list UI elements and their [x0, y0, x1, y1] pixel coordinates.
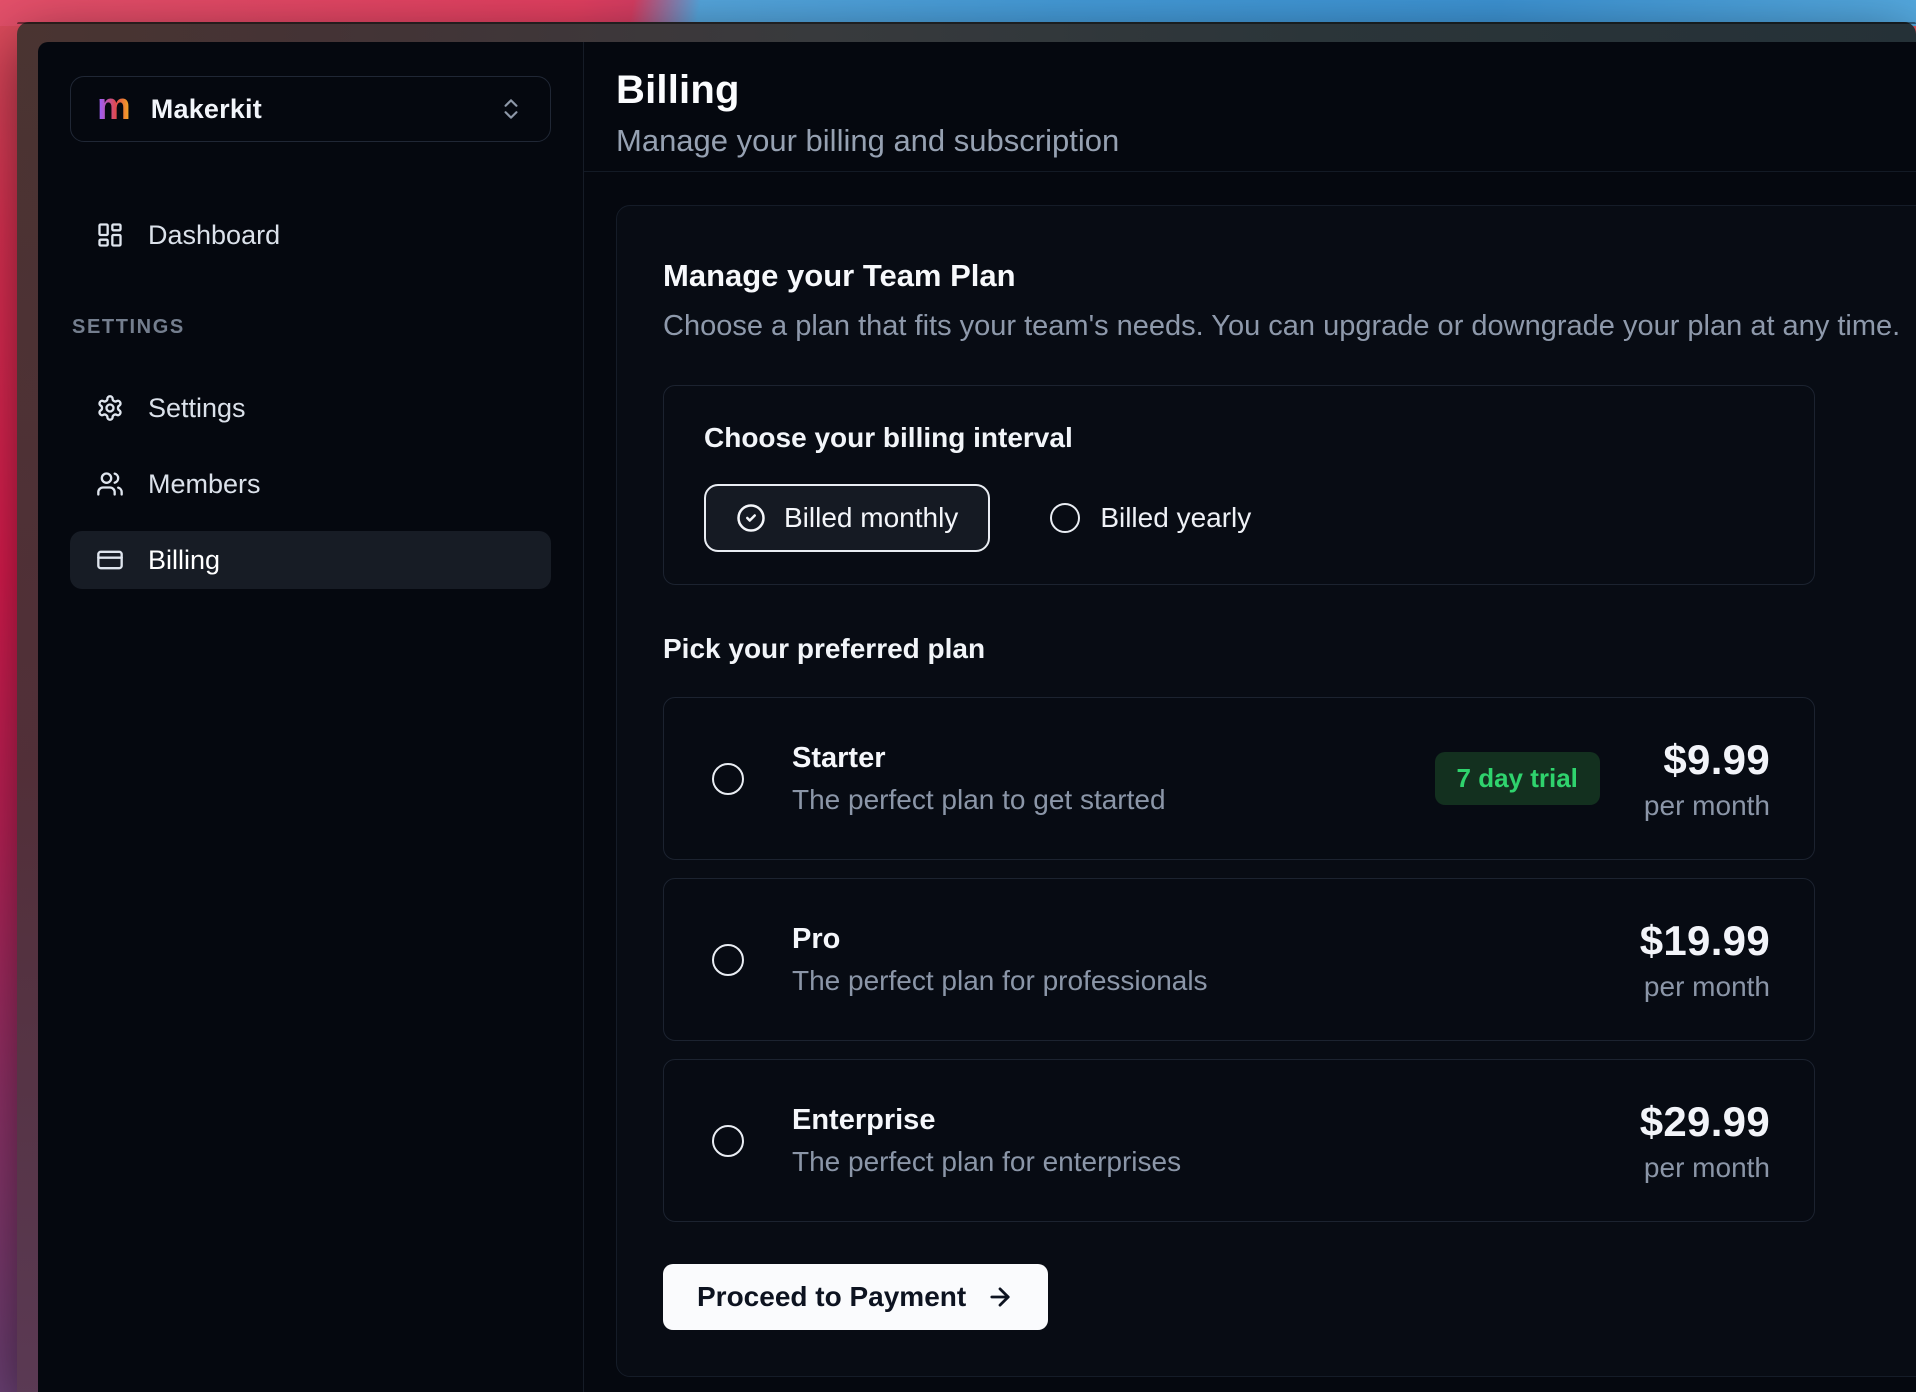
plan-period: per month: [1644, 971, 1770, 1003]
sidebar-item-dashboard[interactable]: Dashboard: [70, 206, 551, 264]
sidebar-section-settings: SETTINGS: [72, 316, 551, 339]
plan-name: Starter: [792, 742, 1166, 775]
plan-list: Starter The perfect plan to get started …: [663, 697, 1916, 1222]
users-icon: [96, 470, 124, 498]
team-selector[interactable]: m Makerkit: [70, 76, 551, 142]
check-circle-icon: [736, 503, 766, 533]
plan-description: The perfect plan for professionals: [792, 965, 1208, 997]
radio-circle-icon[interactable]: [712, 944, 744, 976]
arrow-right-icon: [986, 1283, 1014, 1311]
radio-circle-icon[interactable]: [712, 1125, 744, 1157]
plan-pricing: $29.99 per month: [1640, 1098, 1770, 1184]
page-subtitle: Manage your billing and subscription: [616, 123, 1916, 159]
price-block: $9.99 per month: [1644, 736, 1770, 822]
app-window: m Makerkit Dashboard: [17, 22, 1916, 1392]
sidebar: m Makerkit Dashboard: [38, 42, 584, 1392]
main-content: Billing Manage your billing and subscrip…: [584, 42, 1916, 1392]
billed-yearly-option[interactable]: Billed yearly: [1050, 502, 1251, 534]
pick-plan-label: Pick your preferred plan: [663, 633, 1916, 665]
proceed-to-payment-label: Proceed to Payment: [697, 1281, 966, 1313]
team-plan-card: Manage your Team Plan Choose a plan that…: [616, 205, 1916, 1377]
plan-name: Pro: [792, 923, 1208, 956]
plan-pricing: $19.99 per month: [1640, 917, 1770, 1003]
billing-interval-label: Choose your billing interval: [704, 422, 1774, 454]
plan-info: Enterprise The perfect plan for enterpri…: [792, 1104, 1181, 1178]
page-header: Billing Manage your billing and subscrip…: [584, 42, 1916, 172]
billed-monthly-option[interactable]: Billed monthly: [704, 484, 990, 552]
dashboard-grid-icon: [96, 221, 124, 249]
card-title: Manage your Team Plan: [663, 258, 1916, 294]
billing-interval-options: Billed monthly Billed yearly: [704, 484, 1774, 552]
billed-monthly-label: Billed monthly: [784, 502, 958, 534]
sidebar-nav: Dashboard SETTINGS Settings: [70, 206, 551, 589]
sidebar-item-billing[interactable]: Billing: [70, 531, 551, 589]
plan-pricing: 7 day trial $9.99 per month: [1435, 736, 1770, 822]
sidebar-item-label: Dashboard: [148, 220, 280, 251]
radio-circle-icon: [1050, 503, 1080, 533]
price-block: $29.99 per month: [1640, 1098, 1770, 1184]
page-body: Manage your Team Plan Choose a plan that…: [584, 172, 1916, 1377]
plan-price: $19.99: [1640, 917, 1770, 965]
page-title: Billing: [616, 68, 1916, 113]
plan-period: per month: [1644, 790, 1770, 822]
window-top-edge: [17, 22, 1916, 24]
plan-row-pro[interactable]: Pro The perfect plan for professionals $…: [663, 878, 1815, 1041]
card-description: Choose a plan that fits your team's need…: [663, 310, 1916, 343]
plan-row-starter[interactable]: Starter The perfect plan to get started …: [663, 697, 1815, 860]
plan-info: Pro The perfect plan for professionals: [792, 923, 1208, 997]
proceed-to-payment-button[interactable]: Proceed to Payment: [663, 1264, 1048, 1330]
trial-badge: 7 day trial: [1435, 752, 1600, 805]
price-block: $19.99 per month: [1640, 917, 1770, 1003]
plan-price: $9.99: [1663, 736, 1770, 784]
sidebar-item-label: Members: [148, 469, 261, 500]
app-surface: m Makerkit Dashboard: [38, 42, 1916, 1392]
plan-name: Enterprise: [792, 1104, 1181, 1137]
credit-card-icon: [96, 546, 124, 574]
sidebar-item-members[interactable]: Members: [70, 455, 551, 513]
sidebar-item-label: Settings: [148, 393, 246, 424]
billing-interval-box: Choose your billing interval Billed mont…: [663, 385, 1815, 585]
plan-price: $29.99: [1640, 1098, 1770, 1146]
gear-icon: [96, 394, 124, 422]
billed-yearly-label: Billed yearly: [1100, 502, 1251, 534]
sidebar-item-settings[interactable]: Settings: [70, 379, 551, 437]
radio-circle-icon[interactable]: [712, 763, 744, 795]
window-left-edge: [17, 22, 39, 1392]
plan-description: The perfect plan to get started: [792, 784, 1166, 816]
plan-row-enterprise[interactable]: Enterprise The perfect plan for enterpri…: [663, 1059, 1815, 1222]
team-name: Makerkit: [151, 94, 262, 125]
plan-period: per month: [1644, 1152, 1770, 1184]
plan-description: The perfect plan for enterprises: [792, 1146, 1181, 1178]
sidebar-item-label: Billing: [148, 545, 220, 576]
makerkit-logo-icon: m: [97, 88, 131, 126]
chevrons-up-down-icon: [498, 96, 524, 122]
plan-info: Starter The perfect plan to get started: [792, 742, 1166, 816]
